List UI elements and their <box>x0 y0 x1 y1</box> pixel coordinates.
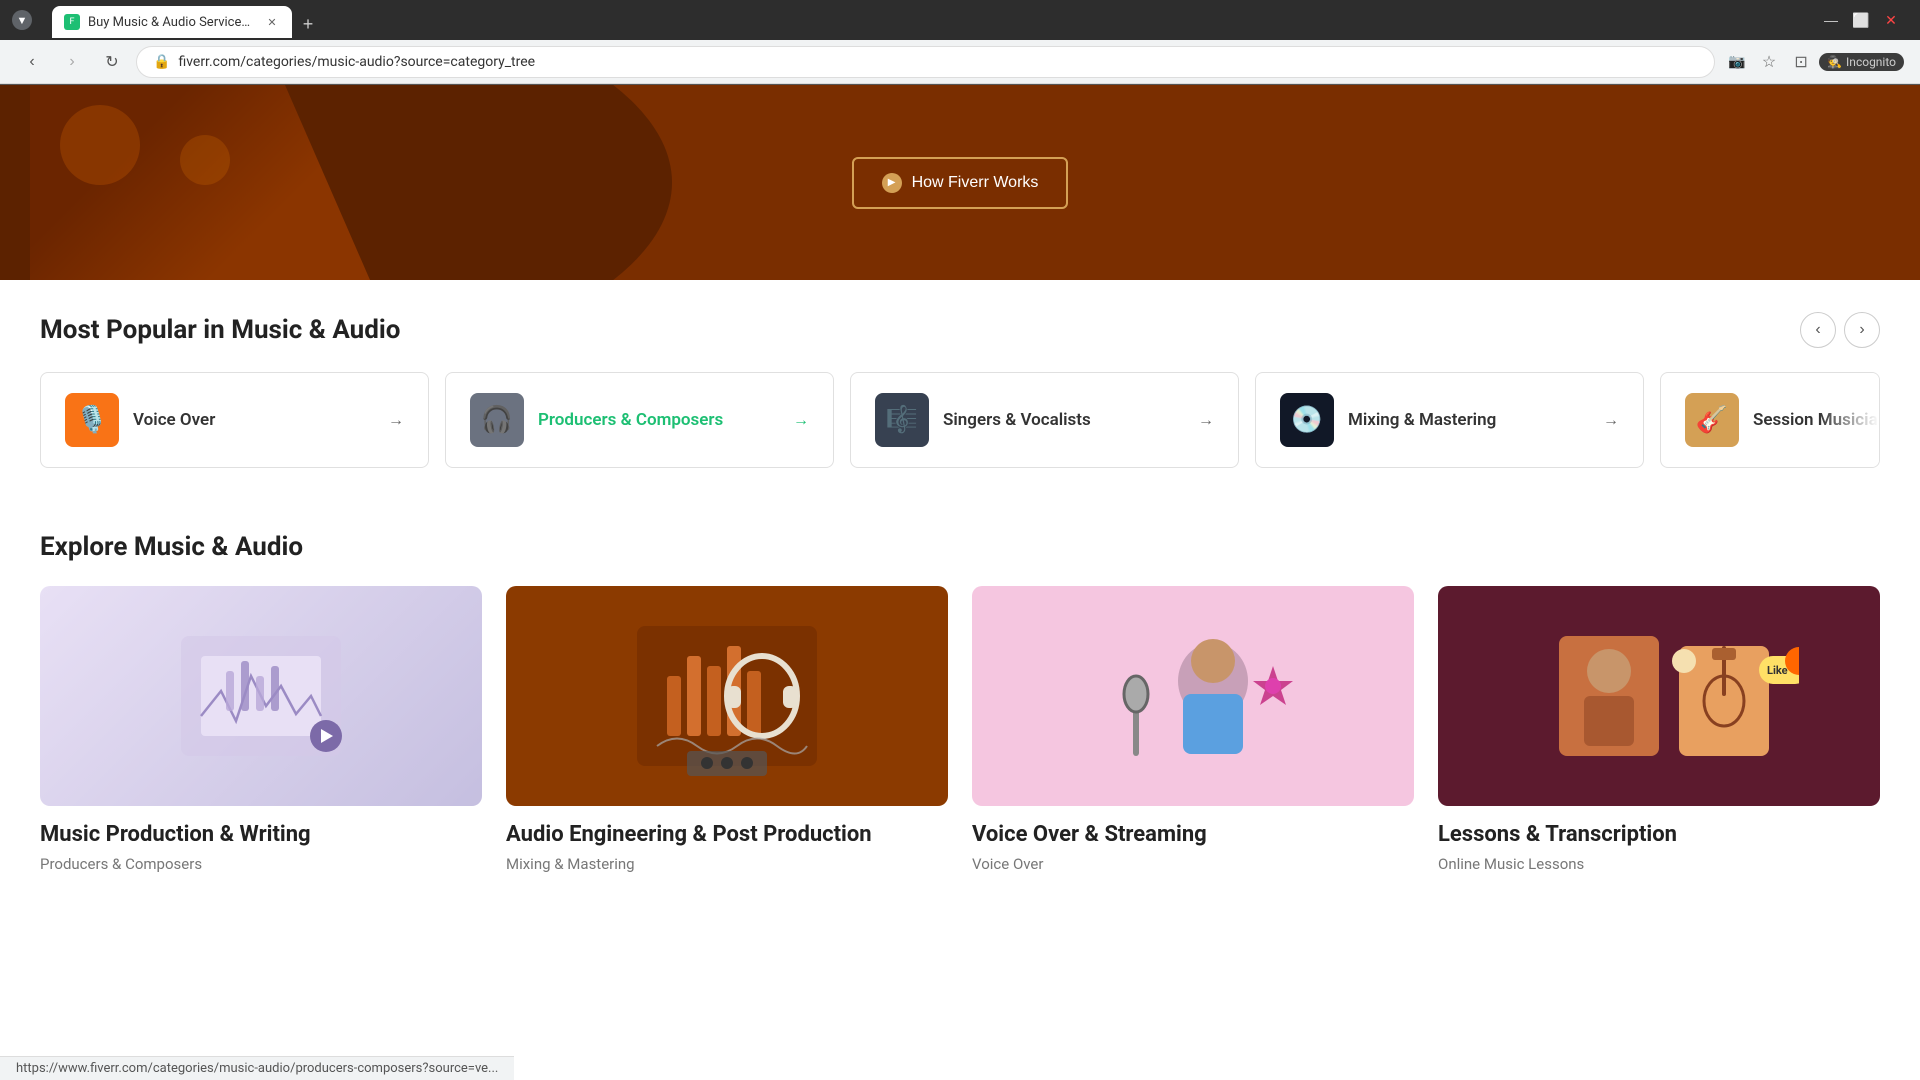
back-button[interactable]: ‹ <box>16 46 48 78</box>
lessons-transcription-image: Like <box>1438 586 1880 806</box>
refresh-button[interactable]: ↻ <box>96 46 128 78</box>
mixing-arrow: → <box>1603 410 1619 430</box>
hero-circle-1 <box>60 105 140 185</box>
microphone-icon: 🎙️ <box>76 405 108 435</box>
minimize-button[interactable]: — <box>1818 7 1844 33</box>
music-note-icon: 🎼 <box>886 405 918 435</box>
popular-section-title: Most Popular in Music & Audio <box>40 315 400 345</box>
session-musicians-label: Session Musicia <box>1753 410 1878 430</box>
explore-card-audio-engineering[interactable]: Audio Engineering & Post Production Mixi… <box>506 586 948 873</box>
explore-card-music-production[interactable]: Music Production & Writing Producers & C… <box>40 586 482 873</box>
address-bar[interactable]: 🔒 fiverr.com/categories/music-audio?sour… <box>136 46 1715 78</box>
music-production-svg <box>121 606 401 786</box>
popular-section-header: Most Popular in Music & Audio ‹ › <box>40 312 1880 348</box>
lessons-transcription-title: Lessons & Transcription <box>1438 822 1880 847</box>
split-view-button[interactable]: ⊡ <box>1787 48 1815 76</box>
singers-icon-wrap: 🎼 <box>875 393 929 447</box>
guitar-icon: 🎸 <box>1696 405 1728 435</box>
how-fiverr-works-label: How Fiverr Works <box>912 174 1039 192</box>
voice-over-icon-wrap: 🎙️ <box>65 393 119 447</box>
active-tab[interactable]: F Buy Music & Audio Services On ✕ <box>52 6 292 38</box>
producers-composers-label: Producers & Composers <box>538 410 723 430</box>
new-tab-button[interactable]: + <box>294 10 322 38</box>
audio-engineering-image <box>506 586 948 806</box>
tab-favicon: F <box>64 14 80 30</box>
carousel-prev-button[interactable]: ‹ <box>1800 312 1836 348</box>
status-url: https://www.fiverr.com/categories/music-… <box>16 1061 498 1076</box>
mixing-icon-wrap: 💿 <box>1280 393 1334 447</box>
lock-icon: 🔒 <box>153 54 170 70</box>
category-card-voice-over[interactable]: 🎙️ Voice Over → <box>40 372 429 468</box>
tab-close-button[interactable]: ✕ <box>264 14 280 30</box>
forward-button[interactable]: › <box>56 46 88 78</box>
singers-vocalists-label: Singers & Vocalists <box>943 410 1091 430</box>
svg-text:Like: Like <box>1767 664 1788 677</box>
headphones-icon: 🎧 <box>481 405 513 435</box>
category-cards-row: 🎙️ Voice Over → 🎧 Producers & Composers … <box>40 372 1880 468</box>
bookmark-button[interactable]: ☆ <box>1755 48 1783 76</box>
category-card-mixing-mastering[interactable]: 💿 Mixing & Mastering → <box>1255 372 1644 468</box>
lessons-transcription-svg: Like <box>1519 606 1799 786</box>
play-icon: ▶ <box>882 173 902 193</box>
audio-engineering-subtitle: Mixing & Mastering <box>506 855 948 873</box>
category-card-singers-vocalists[interactable]: 🎼 Singers & Vocalists → <box>850 372 1239 468</box>
disc-icon: 💿 <box>1291 405 1323 435</box>
voice-over-streaming-subtitle: Voice Over <box>972 855 1414 873</box>
how-fiverr-works-button[interactable]: ▶ How Fiverr Works <box>852 157 1069 209</box>
audio-engineering-title: Audio Engineering & Post Production <box>506 822 948 847</box>
incognito-icon: 🕵️ <box>1827 55 1842 69</box>
tab-bar: F Buy Music & Audio Services On ✕ + <box>40 2 1810 38</box>
voice-over-streaming-svg <box>1053 606 1333 786</box>
music-production-subtitle: Producers & Composers <box>40 855 482 873</box>
incognito-badge: 🕵️ Incognito <box>1819 53 1904 71</box>
address-bar-row: ‹ › ↻ 🔒 fiverr.com/categories/music-audi… <box>0 40 1920 84</box>
explore-card-lessons-transcription[interactable]: Like Lessons & Transcription Online Musi… <box>1438 586 1880 873</box>
category-card-session-musicians[interactable]: 🎸 Session Musicia <box>1660 372 1880 468</box>
carousel-next-button[interactable]: › <box>1844 312 1880 348</box>
incognito-label: Incognito <box>1846 55 1896 69</box>
voice-over-arrow: → <box>388 410 404 430</box>
category-card-producers-composers[interactable]: 🎧 Producers & Composers → <box>445 372 834 468</box>
voice-over-streaming-title: Voice Over & Streaming <box>972 822 1414 847</box>
voice-over-label: Voice Over <box>133 410 215 430</box>
audio-engineering-svg <box>587 606 867 786</box>
maximize-button[interactable]: ⬜ <box>1848 7 1874 33</box>
status-bar: https://www.fiverr.com/categories/music-… <box>0 1056 514 1080</box>
music-production-image <box>40 586 482 806</box>
address-text: fiverr.com/categories/music-audio?source… <box>178 54 1698 70</box>
browser-chrome: ▼ F Buy Music & Audio Services On ✕ + — … <box>0 0 1920 85</box>
browser-actions: 📷 ☆ ⊡ 🕵️ Incognito <box>1723 48 1904 76</box>
page-content: ▶ How Fiverr Works Most Popular in Music… <box>0 85 1920 905</box>
profile-icon[interactable]: ▼ <box>12 10 32 30</box>
voice-over-streaming-image <box>972 586 1414 806</box>
explore-grid: Music Production & Writing Producers & C… <box>40 586 1880 873</box>
hero-circle-2 <box>180 135 230 185</box>
no-camera-icon[interactable]: 📷 <box>1723 48 1751 76</box>
singers-arrow: → <box>1198 410 1214 430</box>
window-controls: — ⬜ ✕ <box>1818 7 1904 33</box>
explore-card-voice-over-streaming[interactable]: Voice Over & Streaming Voice Over <box>972 586 1414 873</box>
browser-titlebar: ▼ F Buy Music & Audio Services On ✕ + — … <box>0 0 1920 40</box>
producers-composers-arrow: → <box>793 410 809 430</box>
session-icon-wrap: 🎸 <box>1685 393 1739 447</box>
explore-section: Explore Music & Audio <box>0 500 1920 905</box>
popular-section: Most Popular in Music & Audio ‹ › 🎙️ Voi… <box>0 280 1920 500</box>
explore-section-title: Explore Music & Audio <box>40 532 1880 562</box>
mixing-mastering-label: Mixing & Mastering <box>1348 410 1496 430</box>
lessons-transcription-subtitle: Online Music Lessons <box>1438 855 1880 873</box>
carousel-navigation: ‹ › <box>1800 312 1880 348</box>
music-production-title: Music Production & Writing <box>40 822 482 847</box>
producers-icon-wrap: 🎧 <box>470 393 524 447</box>
close-button[interactable]: ✕ <box>1878 7 1904 33</box>
hero-banner: ▶ How Fiverr Works <box>0 85 1920 280</box>
tab-label: Buy Music & Audio Services On <box>88 15 256 30</box>
